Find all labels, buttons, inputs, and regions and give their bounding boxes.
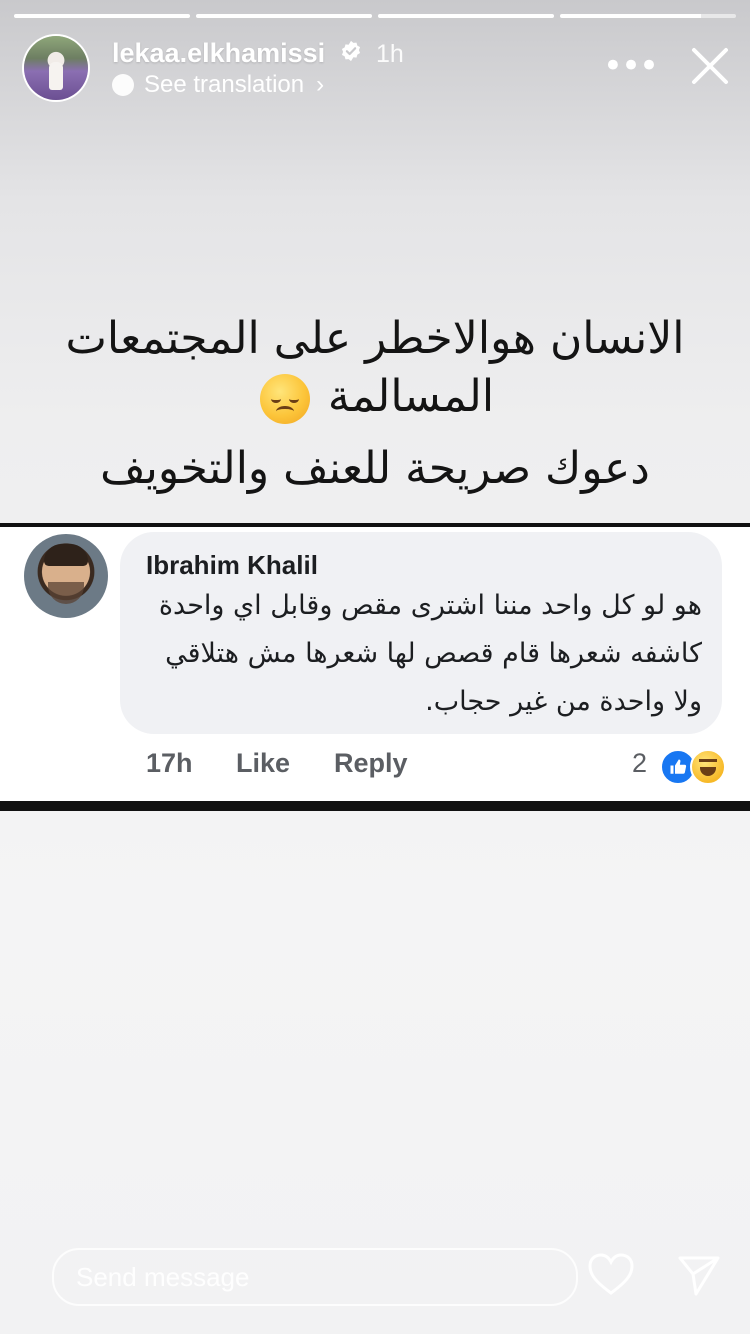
- send-message-input[interactable]: Send message: [52, 1248, 578, 1306]
- username[interactable]: lekaa.elkhamissi: [112, 38, 325, 69]
- comment-time: 17h: [146, 748, 193, 778]
- translation-icon: [112, 74, 134, 96]
- story-time: 1h: [376, 40, 404, 68]
- more-icon[interactable]: •••: [603, 46, 659, 86]
- progress-segment: [14, 14, 190, 18]
- disappointed-face-emoji-icon: [259, 374, 310, 424]
- profile-avatar[interactable]: [24, 36, 88, 100]
- comment-reply-link: Reply: [334, 748, 408, 778]
- comment-text: هو لو كل واحد مننا اشترى مقص وقابل اي وا…: [158, 590, 702, 717]
- story-caption-text: الانسان هوالاخطر على المجتمعات المسالمة: [40, 310, 710, 426]
- story-progress-bar: [14, 14, 736, 18]
- story-caption-line-3: دعوك صريحة للعنف والتخويف: [100, 443, 650, 494]
- commenter-name: Ibrahim Khalil: [146, 550, 318, 580]
- paper-plane-icon[interactable]: [676, 1252, 722, 1298]
- verified-badge-icon: [341, 40, 361, 62]
- progress-segment: [378, 14, 554, 18]
- story-viewer: lekaa.elkhamissi 1h See translation › ••…: [0, 0, 750, 1334]
- reaction-count: 2: [632, 748, 648, 778]
- comment-like-link: Like: [236, 748, 291, 778]
- heart-icon[interactable]: [586, 1250, 636, 1300]
- commenter-avatar: [24, 534, 108, 618]
- progress-segment-current: [560, 14, 736, 18]
- see-translation-link[interactable]: See translation ›: [112, 71, 324, 99]
- progress-segment: [196, 14, 372, 18]
- divider-top: [0, 523, 750, 527]
- close-icon[interactable]: [688, 44, 732, 88]
- divider-bottom: [0, 801, 750, 811]
- caption-line-2: المسالمة: [40, 368, 710, 426]
- avatar-figure: [49, 62, 63, 90]
- caption-line-2-text: المسالمة: [327, 371, 495, 422]
- caption-line-1: الانسان هوالاخطر على المجتمعات: [65, 313, 685, 364]
- see-translation-label: See translation: [144, 71, 305, 98]
- haha-reaction-icon: [690, 749, 726, 785]
- chevron-right-icon: ›: [316, 71, 325, 98]
